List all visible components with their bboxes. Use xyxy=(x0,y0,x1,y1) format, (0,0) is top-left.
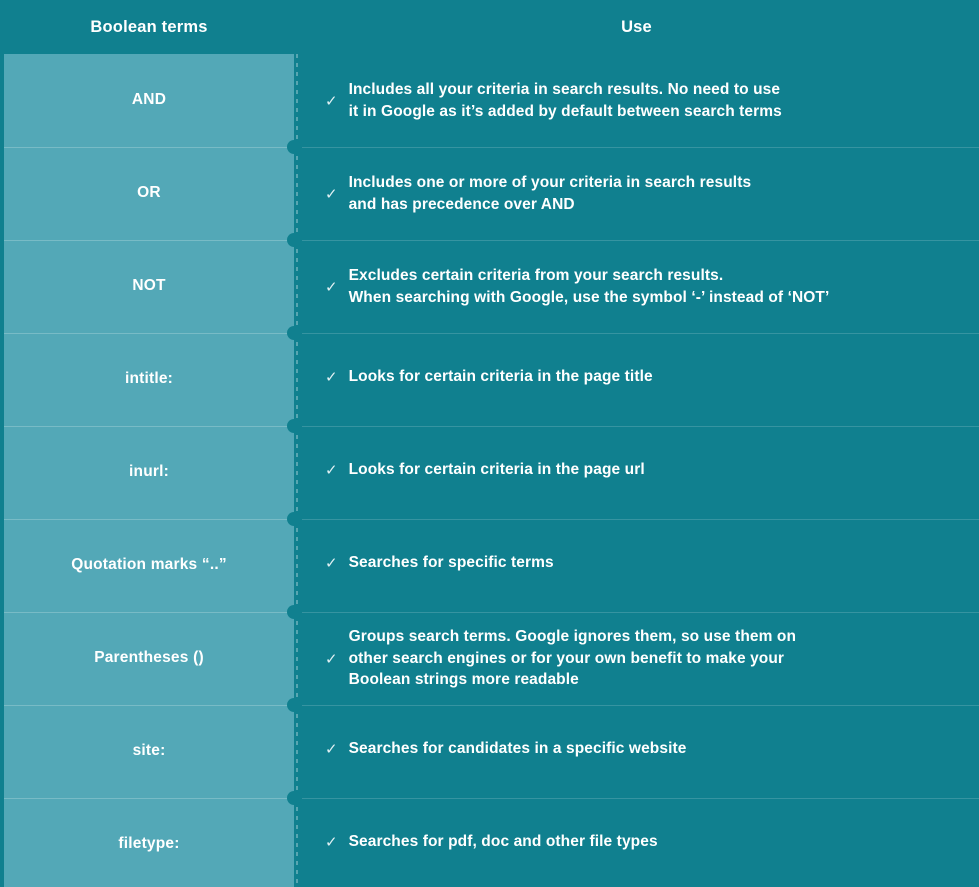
use-description: Searches for candidates in a specific we… xyxy=(348,739,687,757)
ticket-notch xyxy=(287,698,301,712)
term-cell: Parentheses () xyxy=(4,612,294,705)
use-content: ✓ Looks for certain criteria in the page … xyxy=(325,366,653,387)
use-description: Looks for certain criteria in the page u… xyxy=(348,460,645,478)
use-cell: ✓ Includes all your criteria in search re… xyxy=(294,54,979,147)
use-content: ✓ Includes all your criteria in search re… xyxy=(325,79,782,122)
table-row: OR ✓ Includes one or more of your criteria… xyxy=(0,140,979,240)
term-cell: NOT xyxy=(4,240,294,333)
term-cell: site: xyxy=(4,705,294,798)
boolean-terms-table: Boolean terms Use AND ✓ Includes all your … xyxy=(0,0,979,887)
use-content: ✓ Groups search terms. Google ignores the… xyxy=(325,626,796,690)
check-icon: ✓ xyxy=(325,462,338,479)
use-description: Includes one or more of your criteria in… xyxy=(348,174,752,213)
ticket-notch xyxy=(287,791,301,805)
term-cell: AND xyxy=(4,54,294,147)
perforation-line xyxy=(296,519,298,612)
ticket-notch xyxy=(287,326,301,340)
term-label: NOT xyxy=(132,277,166,295)
check-icon: ✓ xyxy=(325,651,338,668)
use-content: ✓ Looks for certain criteria in the page … xyxy=(325,459,645,480)
column-header-boolean-terms: Boolean terms xyxy=(90,17,208,36)
use-description: Groups search terms. Google ignores them… xyxy=(348,628,797,689)
use-cell: ✓ Groups search terms. Google ignores the… xyxy=(294,612,979,705)
perforation-line xyxy=(296,147,298,240)
ticket-notch xyxy=(287,140,301,154)
table-row: Quotation marks “..” ✓ Searches for specif… xyxy=(0,512,979,612)
term-label: Parentheses () xyxy=(94,649,204,667)
use-content: ✓ Includes one or more of your criteria i… xyxy=(325,172,751,215)
term-label: AND xyxy=(131,91,167,109)
perforation-line xyxy=(296,240,298,333)
ticket-notch xyxy=(287,419,301,433)
check-icon: ✓ xyxy=(325,93,338,110)
use-cell: ✓ Looks for certain criteria in the page … xyxy=(294,333,979,426)
use-description: Includes all your criteria in search res… xyxy=(348,81,782,120)
use-cell: ✓ Excludes certain criteria from your sea… xyxy=(294,240,979,333)
use-content: ✓ Excludes certain criteria from your sea… xyxy=(325,265,829,308)
use-content: ✓ Searches for pdf, doc and other file ty… xyxy=(325,831,658,852)
term-cell: Quotation marks “..” xyxy=(4,519,294,612)
use-cell: ✓ Looks for certain criteria in the page … xyxy=(294,426,979,519)
column-header-use: Use xyxy=(621,17,652,36)
term-cell: filetype: xyxy=(4,798,294,887)
use-description: Excludes certain criteria from your sear… xyxy=(348,267,830,306)
check-icon: ✓ xyxy=(325,555,338,572)
use-cell: ✓ Searches for pdf, doc and other file ty… xyxy=(294,798,979,887)
perforation-line xyxy=(296,426,298,519)
term-cell: intitle: xyxy=(4,333,294,426)
table-header-row: Boolean terms Use xyxy=(0,0,979,54)
ticket-notch xyxy=(287,605,301,619)
perforation-line xyxy=(296,333,298,426)
check-icon: ✓ xyxy=(325,369,338,386)
term-label: intitle: xyxy=(124,370,174,388)
use-description: Searches for pdf, doc and other file typ… xyxy=(348,832,658,850)
table-body: AND ✓ Includes all your criteria in search… xyxy=(0,54,979,887)
use-content: ✓ Searches for specific terms xyxy=(325,552,554,573)
check-icon: ✓ xyxy=(325,834,338,851)
use-content: ✓ Searches for candidates in a specific w… xyxy=(325,738,686,759)
use-cell: ✓ Includes one or more of your criteria i… xyxy=(294,147,979,240)
table-row: intitle: ✓ Looks for certain criteria in t… xyxy=(0,326,979,426)
check-icon: ✓ xyxy=(325,741,338,758)
ticket-notch xyxy=(287,233,301,247)
check-icon: ✓ xyxy=(325,279,338,296)
perforation-line xyxy=(296,612,298,705)
table-row: site: ✓ Searches for candidates in a speci… xyxy=(0,698,979,798)
ticket-notch xyxy=(287,512,301,526)
term-label: filetype: xyxy=(118,835,180,853)
term-label: OR xyxy=(137,184,161,202)
use-description: Searches for specific terms xyxy=(348,553,554,571)
term-label: site: xyxy=(132,742,166,760)
term-label: inurl: xyxy=(129,463,169,481)
table-row: NOT ✓ Excludes certain criteria from your … xyxy=(0,233,979,333)
term-cell: OR xyxy=(4,147,294,240)
table-row: inurl: ✓ Looks for certain criteria in the… xyxy=(0,419,979,519)
use-cell: ✓ Searches for candidates in a specific w… xyxy=(294,705,979,798)
term-cell: inurl: xyxy=(4,426,294,519)
use-cell: ✓ Searches for specific terms xyxy=(294,519,979,612)
table-row: filetype: ✓ Searches for pdf, doc and othe… xyxy=(0,791,979,887)
perforation-line xyxy=(296,798,298,887)
use-description: Looks for certain criteria in the page t… xyxy=(348,367,653,385)
check-icon: ✓ xyxy=(325,186,338,203)
table-row: Parentheses () ✓ Groups search terms. Goog… xyxy=(0,605,979,705)
term-label: Quotation marks “..” xyxy=(71,556,227,574)
perforation-line xyxy=(296,705,298,798)
table-row: AND ✓ Includes all your criteria in search… xyxy=(0,54,979,147)
perforation-line xyxy=(296,54,298,147)
